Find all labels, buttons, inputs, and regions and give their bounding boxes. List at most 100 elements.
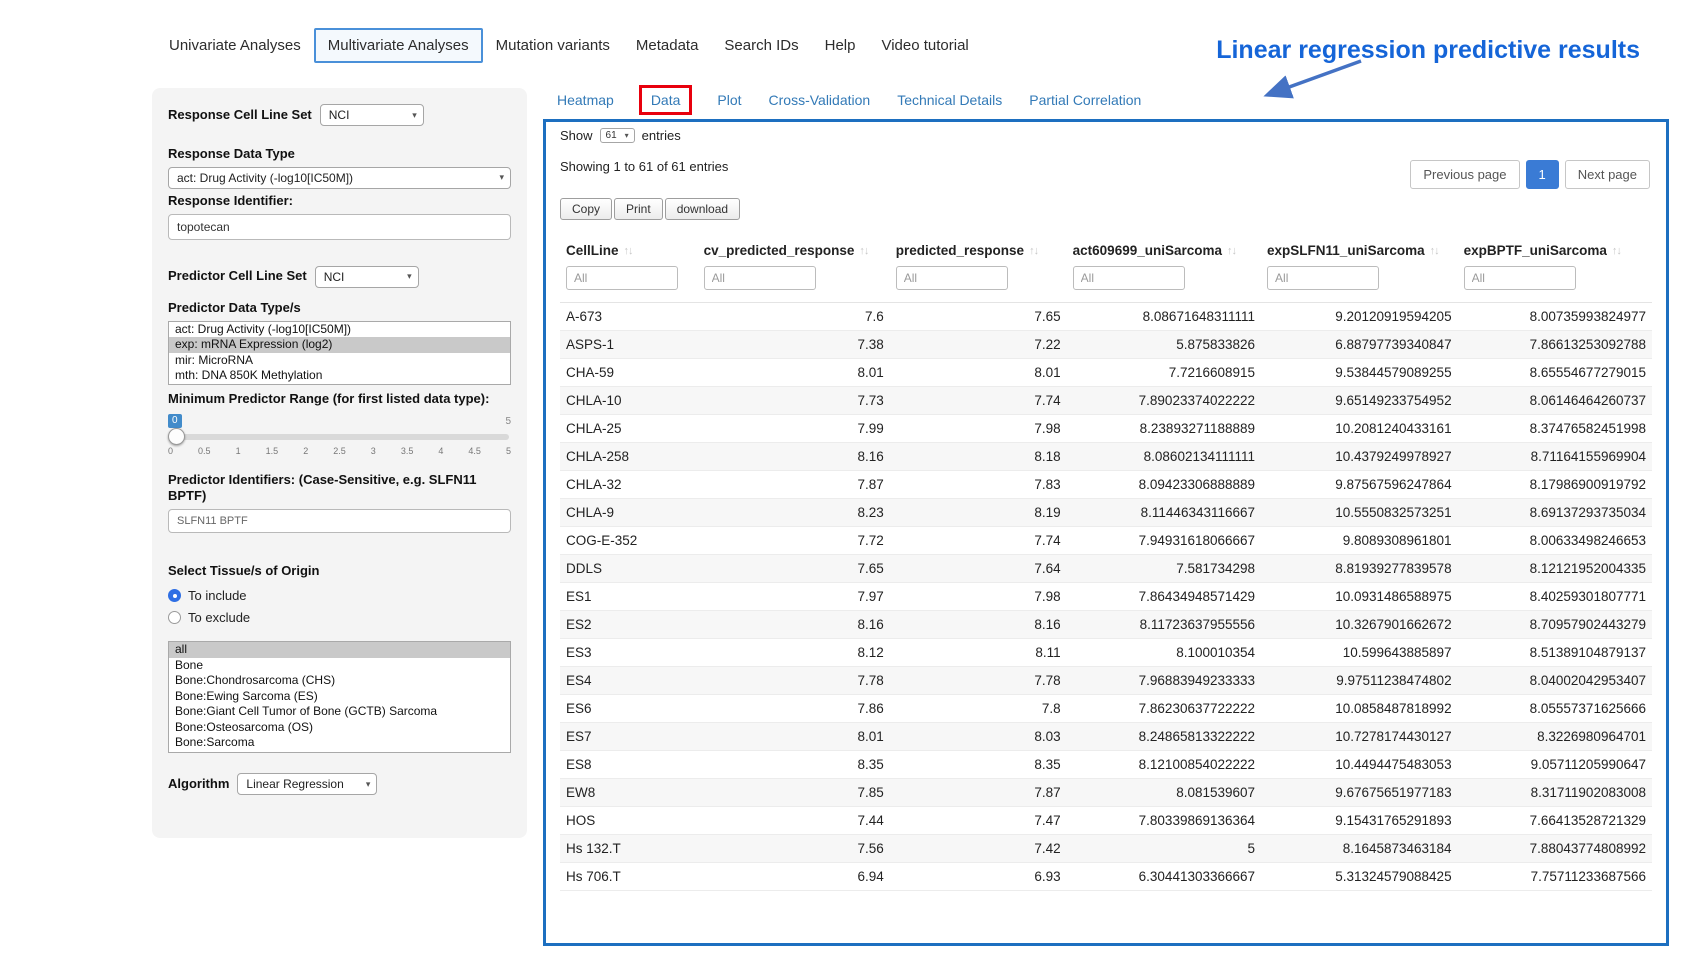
list-option-act-drug-activity-log10-ic50m[interactable]: act: Drug Activity (-log10[IC50M]): [169, 322, 510, 338]
value-cell: 6.88797739340847: [1261, 330, 1458, 358]
list-option-bone[interactable]: Bone: [169, 658, 510, 674]
sidebar: Response Cell Line Set NCI ▾ Response Da…: [152, 88, 527, 838]
value-cell: 8.69137293735034: [1458, 498, 1652, 526]
table-row: EW87.857.878.0815396079.676756519771838.…: [560, 778, 1652, 806]
top-tab-help[interactable]: Help: [812, 29, 869, 62]
tab-heatmap[interactable]: Heatmap: [557, 92, 614, 108]
tab-technical-details[interactable]: Technical Details: [897, 92, 1002, 108]
column-label: predicted_response: [896, 243, 1024, 258]
list-option-bone-osteosarcoma-os[interactable]: Bone:Osteosarcoma (OS): [169, 720, 510, 736]
sort-icon: ↑↓: [624, 245, 633, 257]
radio-label: To include: [188, 588, 247, 603]
entries-count-select[interactable]: 61 ▾: [600, 128, 635, 143]
predictor-cell-line-set-select[interactable]: NCI ▾: [315, 266, 419, 288]
column-header-cellline[interactable]: CellLine↑↓: [560, 234, 698, 264]
tab-plot[interactable]: Plot: [717, 92, 741, 108]
slider-track[interactable]: [170, 434, 509, 440]
min-predictor-range-slider: 0 5 00.511.522.533.544.55: [168, 414, 511, 460]
print-button[interactable]: Print: [614, 198, 663, 220]
column-header-act609699-unisarcoma[interactable]: act609699_uniSarcoma↑↓: [1067, 234, 1261, 264]
slider-handle[interactable]: [168, 428, 185, 445]
value-cell: 8.11: [890, 638, 1067, 666]
cellline-cell: Hs 132.T: [560, 834, 698, 862]
value-cell: 7.6: [698, 302, 890, 330]
list-option-mir-microrna[interactable]: mir: MicroRNA: [169, 353, 510, 369]
algorithm-select[interactable]: Linear Regression ▾: [237, 773, 377, 795]
column-filter-input[interactable]: [1267, 266, 1379, 290]
response-identifier-label: Response Identifier:: [168, 193, 511, 210]
cellline-cell: A-673: [560, 302, 698, 330]
value-cell: 7.96883949233333: [1067, 666, 1261, 694]
column-header-cv-predicted-response[interactable]: cv_predicted_response↑↓: [698, 234, 890, 264]
previous-page-button[interactable]: Previous page: [1410, 160, 1519, 189]
top-tab-univariate-analyses[interactable]: Univariate Analyses: [156, 29, 314, 62]
top-tab-multivariate-analyses[interactable]: Multivariate Analyses: [314, 28, 483, 63]
list-option-bone-ewing-sarcoma-es[interactable]: Bone:Ewing Sarcoma (ES): [169, 689, 510, 705]
top-tab-search-ids[interactable]: Search IDs: [711, 29, 811, 62]
show-label: Show: [560, 128, 593, 143]
response-cell-line-set-select[interactable]: NCI ▾: [320, 104, 424, 126]
column-filter-input[interactable]: [1073, 266, 1185, 290]
value-cell: 8.1645873463184: [1261, 834, 1458, 862]
predictor-data-type-label: Predictor Data Type/s: [168, 300, 511, 317]
value-cell: 7.64: [890, 554, 1067, 582]
tab-partial-correlation[interactable]: Partial Correlation: [1029, 92, 1141, 108]
tissue-label: Select Tissue/s of Origin: [168, 563, 511, 580]
list-option-exp-mrna-expression-log2[interactable]: exp: mRNA Expression (log2): [169, 337, 510, 353]
predictor-identifiers-input[interactable]: [168, 509, 511, 533]
filter-cell-act609699-unisarcoma: [1067, 264, 1261, 303]
table-row: CHA-598.018.017.72166089159.538445790892…: [560, 358, 1652, 386]
table-row: HOS7.447.477.803398691363649.15431765291…: [560, 806, 1652, 834]
filter-cell-predicted-response: [890, 264, 1067, 303]
value-cell: 7.72: [698, 526, 890, 554]
value-cell: 7.75711233687566: [1458, 862, 1652, 890]
response-data-type-select[interactable]: act: Drug Activity (-log10[IC50M]) ▾: [168, 167, 511, 189]
tab-data[interactable]: Data: [639, 85, 693, 115]
value-cell: 8.16: [698, 442, 890, 470]
min-predictor-range-label: Minimum Predictor Range (for first liste…: [168, 391, 511, 408]
column-filter-input[interactable]: [1464, 266, 1576, 290]
list-option-bone-chondrosarcoma-chs[interactable]: Bone:Chondrosarcoma (CHS): [169, 673, 510, 689]
list-option-mth-dna-850k-methylation[interactable]: mth: DNA 850K Methylation: [169, 368, 510, 384]
value-cell: 8.81939277839578: [1261, 554, 1458, 582]
column-header-expbptf-unisarcoma[interactable]: expBPTF_uniSarcoma↑↓: [1458, 234, 1652, 264]
top-tab-metadata[interactable]: Metadata: [623, 29, 712, 62]
tab-cross-validation[interactable]: Cross-Validation: [769, 92, 871, 108]
sort-icon: ↑↓: [859, 245, 868, 257]
value-cell: 8.37476582451998: [1458, 414, 1652, 442]
filter-cell-cellline: [560, 264, 698, 303]
top-tab-video-tutorial[interactable]: Video tutorial: [868, 29, 981, 62]
value-cell: 8.31711902083008: [1458, 778, 1652, 806]
value-cell: 8.12: [698, 638, 890, 666]
copy-button[interactable]: Copy: [560, 198, 612, 220]
predictor-data-type-list: act: Drug Activity (-log10[IC50M])exp: m…: [168, 321, 511, 385]
cellline-cell: DDLS: [560, 554, 698, 582]
column-filter-input[interactable]: [896, 266, 1008, 290]
list-option-all[interactable]: all: [169, 642, 510, 658]
top-tab-mutation-variants[interactable]: Mutation variants: [483, 29, 623, 62]
response-data-type-value: act: Drug Activity (-log10[IC50M]): [177, 171, 353, 185]
slider-tick: 0: [168, 446, 173, 456]
value-cell: 10.2081240433161: [1261, 414, 1458, 442]
value-cell: 7.86230637722222: [1067, 694, 1261, 722]
radio-to-exclude[interactable]: To exclude: [168, 610, 511, 625]
column-filter-input[interactable]: [704, 266, 816, 290]
column-label: act609699_uniSarcoma: [1073, 243, 1222, 258]
page: Univariate AnalysesMultivariate Analyses…: [0, 0, 1700, 956]
value-cell: 7.86434948571429: [1067, 582, 1261, 610]
chevron-down-icon: ▾: [412, 110, 417, 121]
list-option-bone-giant-cell-tumor-of-bone-gctb-sarcoma[interactable]: Bone:Giant Cell Tumor of Bone (GCTB) Sar…: [169, 704, 510, 720]
column-header-predicted-response[interactable]: predicted_response↑↓: [890, 234, 1067, 264]
response-identifier-input[interactable]: [168, 214, 511, 240]
list-option-peripheral-nervous-system[interactable]: Peripheral_Nervous_System: [169, 751, 510, 754]
radio-to-include[interactable]: To include: [168, 588, 511, 603]
column-filter-input[interactable]: [566, 266, 678, 290]
next-page-button[interactable]: Next page: [1565, 160, 1650, 189]
value-cell: 5: [1067, 834, 1261, 862]
column-header-expslfn11-unisarcoma[interactable]: expSLFN11_uniSarcoma↑↓: [1261, 234, 1458, 264]
table-filter-row: [560, 264, 1652, 303]
list-option-bone-sarcoma[interactable]: Bone:Sarcoma: [169, 735, 510, 751]
current-page-button[interactable]: 1: [1526, 160, 1559, 189]
result-tabs: Heatmap Data Plot Cross-Validation Technical…: [557, 84, 1141, 116]
download-button[interactable]: download: [665, 198, 740, 220]
